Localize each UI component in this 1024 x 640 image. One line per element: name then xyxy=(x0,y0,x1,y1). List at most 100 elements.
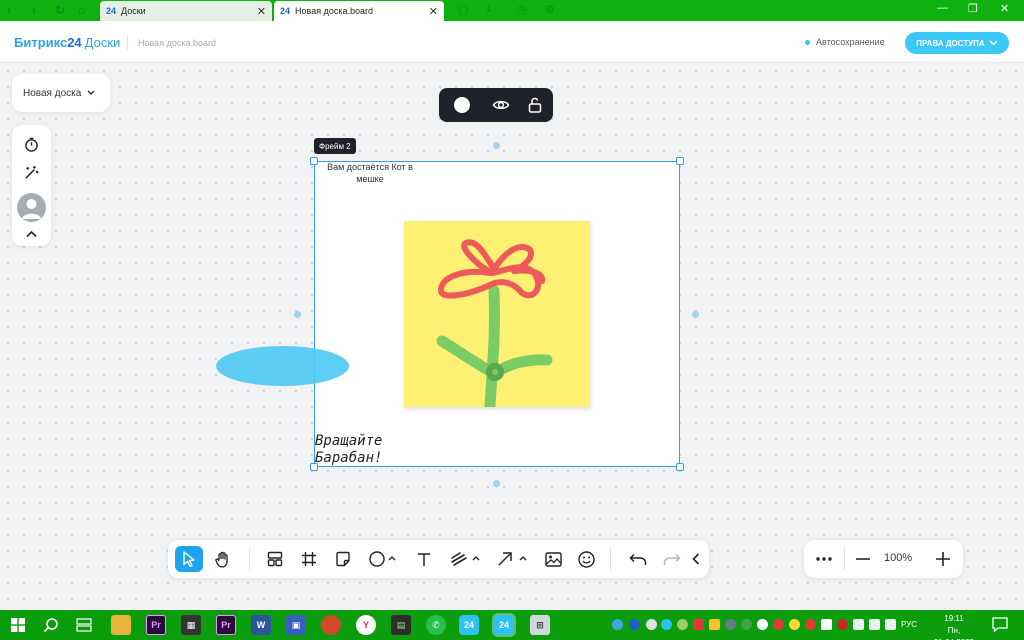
save-icon[interactable]: ▣ xyxy=(286,615,306,635)
battery-icon[interactable] xyxy=(869,619,880,630)
redo-icon[interactable] xyxy=(659,546,685,572)
tray-icon[interactable] xyxy=(773,619,784,630)
search-icon[interactable] xyxy=(41,615,61,635)
bitrix24-active-icon[interactable]: 24 xyxy=(494,615,514,635)
download-icon[interactable]: ⤓ xyxy=(486,3,491,16)
language-indicator[interactable]: РУС xyxy=(901,620,917,629)
logo-docs: Доски xyxy=(84,35,121,50)
tray-icon[interactable] xyxy=(725,619,736,630)
access-rights-button[interactable]: ПРАВА ДОСТУПА xyxy=(905,32,1009,54)
windows-taskbar: Pr ▦ Pr W ▣ Y ▤ ✆ 24 24 ⊞ РУС 19:11 Пн, … xyxy=(0,610,1024,640)
frame-icon[interactable] xyxy=(296,546,322,572)
tray-icon[interactable] xyxy=(709,619,720,630)
cursor-icon[interactable] xyxy=(175,546,203,572)
image-icon[interactable] xyxy=(540,546,566,572)
tray-icon[interactable] xyxy=(821,619,832,630)
minimize-icon[interactable]: — xyxy=(937,2,948,14)
eye-icon[interactable] xyxy=(492,96,510,114)
tab-new-board[interactable]: 24 Новая доска.board ✕ xyxy=(274,1,444,21)
connection-dot-left[interactable] xyxy=(294,311,301,318)
chevron-down-icon xyxy=(989,40,998,46)
magic-wand-icon[interactable] xyxy=(23,164,40,181)
shape-icon[interactable] xyxy=(366,546,400,572)
unlock-icon[interactable] xyxy=(526,96,544,114)
hand-icon[interactable] xyxy=(210,546,236,572)
tab-boards[interactable]: 24 Доски ✕ xyxy=(100,1,272,21)
close-tab-icon[interactable]: ✕ xyxy=(257,5,266,18)
app-icon[interactable] xyxy=(321,615,341,635)
yandex-icon[interactable]: Y xyxy=(356,615,376,635)
board-selector[interactable]: Новая доска xyxy=(12,74,110,112)
tray-icon[interactable] xyxy=(757,619,768,630)
tray-icon[interactable] xyxy=(805,619,816,630)
remote-icon[interactable]: ⊞ xyxy=(530,615,550,635)
spin-text[interactable]: Вращайте Барабан! xyxy=(315,433,382,467)
emoji-icon[interactable] xyxy=(573,546,599,572)
arrow-icon[interactable] xyxy=(495,546,531,572)
screenshot-icon[interactable]: ▢ xyxy=(458,3,468,16)
home-icon[interactable]: ⌂ xyxy=(78,3,85,17)
chevron-up-icon[interactable] xyxy=(23,225,40,242)
tray-icon[interactable] xyxy=(646,619,657,630)
notification-icon[interactable] xyxy=(992,617,1008,637)
connection-dot-top[interactable] xyxy=(493,142,500,149)
windows-start-icon[interactable] xyxy=(8,615,28,635)
avatar[interactable] xyxy=(17,193,46,222)
more-icon[interactable] xyxy=(811,546,837,572)
notepad-icon[interactable]: ▤ xyxy=(391,615,411,635)
tray-icon[interactable] xyxy=(661,619,672,630)
reload-icon[interactable]: ↻ xyxy=(55,3,65,17)
tray-icon[interactable] xyxy=(741,619,752,630)
premiere-icon[interactable]: Pr xyxy=(216,615,236,635)
forward-icon[interactable]: › xyxy=(32,3,36,17)
connection-dot-right[interactable] xyxy=(692,311,699,318)
minus-icon[interactable] xyxy=(852,546,874,572)
frame-text[interactable]: Вам достаётся Кот в мешке xyxy=(316,161,424,185)
clock[interactable]: 19:11 Пн, 21.04.2025 xyxy=(927,613,981,640)
header-divider xyxy=(127,36,128,50)
templates-icon[interactable] xyxy=(262,546,288,572)
tray-icon[interactable] xyxy=(693,619,704,630)
resize-handle-tr[interactable] xyxy=(676,157,684,165)
toolbar-divider xyxy=(249,548,250,570)
volume-icon[interactable] xyxy=(885,619,896,630)
pen-icon[interactable] xyxy=(448,546,484,572)
plus-icon[interactable] xyxy=(932,546,954,572)
bitrix24-taskbar-icon[interactable]: 24 xyxy=(459,615,479,635)
tray-icon[interactable] xyxy=(677,619,688,630)
flower-drawing[interactable] xyxy=(404,221,590,407)
resize-handle-br[interactable] xyxy=(676,463,684,471)
connection-dot-bottom[interactable] xyxy=(493,480,500,487)
sticker-icon[interactable] xyxy=(330,546,356,572)
network-icon[interactable] xyxy=(853,619,864,630)
whatsapp-icon[interactable]: ✆ xyxy=(426,615,446,635)
bluetooth-icon[interactable] xyxy=(629,619,640,630)
maximize-icon[interactable]: ❐ xyxy=(968,2,978,15)
media-icon[interactable]: ▦ xyxy=(181,615,201,635)
history-icon[interactable]: ◷ xyxy=(517,3,527,16)
task-view-icon[interactable] xyxy=(74,615,94,635)
browser-tab-bar: ‹ › ↻ ⌂ 24 Доски ✕ 24 Новая доска.board … xyxy=(0,0,1024,21)
b24-tab-icon: 24 xyxy=(106,6,117,16)
ellipse-shape[interactable] xyxy=(216,346,349,386)
close-window-icon[interactable]: ✕ xyxy=(1000,2,1009,15)
color-circle-icon[interactable] xyxy=(453,96,471,114)
back-icon[interactable]: ‹ xyxy=(7,3,11,17)
bitrix24-logo[interactable]: Битрикс24 Доски xyxy=(14,35,120,50)
settings-icon[interactable]: ⚙ xyxy=(545,3,555,16)
frame-label[interactable]: Фрейм 2 xyxy=(314,138,356,154)
timer-icon[interactable] xyxy=(23,136,40,153)
premiere-icon[interactable]: Pr xyxy=(146,615,166,635)
resize-handle-tl[interactable] xyxy=(310,157,318,165)
tray-icon[interactable] xyxy=(837,619,848,630)
collapse-icon[interactable] xyxy=(687,546,705,572)
close-tab-icon[interactable]: ✕ xyxy=(429,5,438,18)
tray-icon[interactable] xyxy=(789,619,800,630)
text-icon[interactable] xyxy=(411,546,437,572)
undo-icon[interactable] xyxy=(625,546,651,572)
tray-icon[interactable] xyxy=(612,619,623,630)
file-explorer-icon[interactable] xyxy=(111,615,131,635)
autosave-status: Автосохранение xyxy=(805,37,885,47)
word-icon[interactable]: W xyxy=(251,615,271,635)
spin-text-line: Барабан! xyxy=(315,450,383,466)
